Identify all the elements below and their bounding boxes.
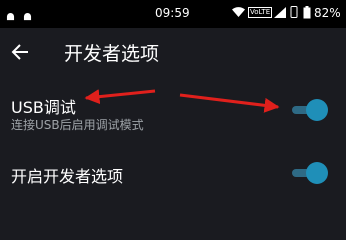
battery-icon [303, 6, 311, 19]
developer-options-toggle[interactable] [290, 162, 328, 184]
android-icon [6, 12, 15, 20]
vibrate-icon [290, 6, 298, 18]
setting-subtitle: 连接USB后启用调试模式 [11, 118, 144, 132]
arrow-left-icon [11, 44, 28, 60]
toggle-thumb [306, 99, 328, 121]
signal-icon [274, 7, 286, 18]
status-time: 09:59 [155, 6, 190, 20]
back-button[interactable] [6, 38, 34, 66]
setting-row-developer-options[interactable]: 开启开发者选项 [0, 150, 346, 196]
volte-badge: VoLTE [248, 7, 273, 18]
wifi-icon [232, 7, 245, 17]
status-bar: 09:59 VoLTE 82% [0, 0, 346, 28]
toggle-thumb [306, 162, 328, 184]
setting-title: 开启开发者选项 [11, 167, 124, 186]
usb-debugging-toggle[interactable] [290, 99, 328, 121]
status-notification-icons [6, 6, 35, 25]
app-bar: 开发者选项 [0, 28, 346, 76]
page-title: 开发者选项 [64, 43, 160, 65]
setting-title: USB调试 [11, 98, 76, 117]
battery-percent: 82% [314, 6, 341, 20]
android-icon [24, 12, 32, 20]
setting-row-usb-debugging[interactable]: USB调试 连接USB后启用调试模式 [0, 84, 346, 144]
